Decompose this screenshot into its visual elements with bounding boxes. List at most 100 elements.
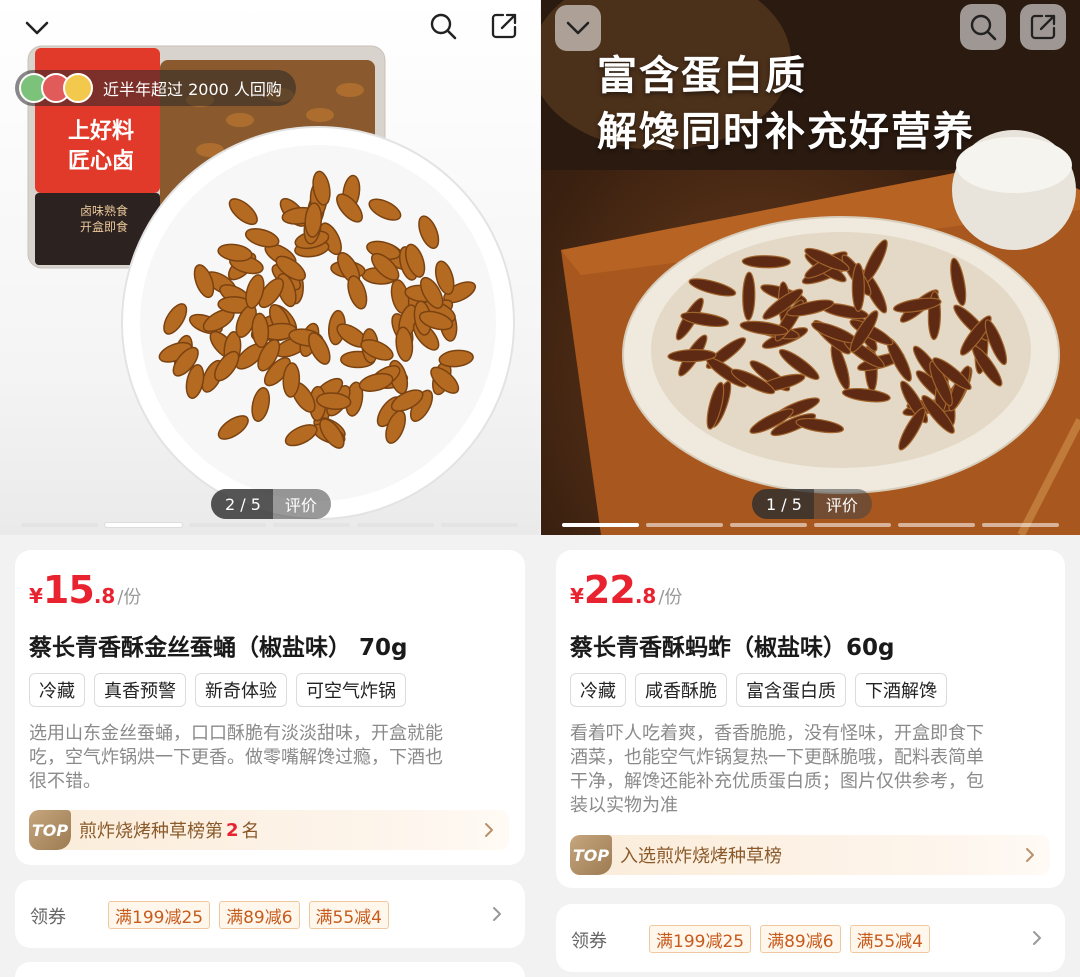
description-line: 看着吓人吃着爽，香香脆脆，没有怪味，开盒即食下 [570,723,984,744]
gallery-progress [21,523,518,527]
grasshopper-shape [851,262,865,312]
gallery-dot [441,523,518,527]
product-tag: 可空气炸锅 [296,673,406,707]
coupon-chip[interactable]: 满89减6 [219,901,300,929]
coupon-chip[interactable]: 满89减6 [760,925,841,953]
gallery-dot [982,523,1059,527]
gallery-dot [105,523,182,527]
price-integer: 15 [42,568,95,612]
product-description: 选用山东金丝蚕蛹，口口酥脆有淡淡甜味，开盒就能 吃，空气炸锅烘一下更香。做零嘴解… [29,722,507,794]
product-tags: 冷藏 咸香酥脆 富含蛋白质 下酒解馋 [570,673,947,707]
gallery-dot [273,523,350,527]
price-unit: /份 [117,587,142,608]
gallery-dot [562,523,639,527]
image-counter[interactable]: 2 / 5 评价 [211,489,331,519]
package-label-line1: 上好料 [68,118,135,144]
description-line: 选用山东金丝蚕蛹，口口酥脆有淡淡甜味，开盒就能 [29,723,443,744]
review-link[interactable]: 评价 [273,492,331,516]
share-button[interactable] [481,3,527,49]
price-unit: /份 [658,587,683,608]
price-integer: 22 [583,568,636,612]
package-label-line2: 匠心卤 [68,148,135,174]
description-line: 酒菜，也能空气炸锅复热一下更酥脆哦，配料表简单 [570,747,984,768]
ranking-text: 入选煎炸烧烤种草榜 [620,846,782,867]
search-icon [430,13,457,40]
gallery-progress [562,523,1059,527]
chevron-right-icon [1026,848,1034,862]
coupon-chip[interactable]: 满199减25 [649,925,752,953]
coupon-card[interactable]: 领券 满199减25 满89减6 满55减4 [556,904,1065,972]
product-tag: 真香预警 [94,673,186,707]
gallery-dot [730,523,807,527]
gallery-dot [898,523,975,527]
gallery-dot [814,523,891,527]
search-button[interactable] [960,4,1006,50]
chevron-right-icon [493,907,501,921]
share-button[interactable] [1020,4,1066,50]
image-index: 1 / 5 [752,489,814,519]
gallery-dot [189,523,266,527]
top-badge: TOP [570,835,612,875]
coupon-list: 满199减25 满89减6 满55减4 [649,925,930,953]
product-image-gallery[interactable]: 富含蛋白质 解馋同时补充好营养 1 / 5 评价 [541,0,1080,535]
collapse-button[interactable] [14,5,60,51]
gallery-dot [357,523,434,527]
chevron-right-icon [1033,931,1041,945]
product-tag: 富含蛋白质 [736,673,846,707]
coupon-chip[interactable]: 满55减4 [308,901,389,929]
coupon-card[interactable]: 领券 满199减25 满89减6 满55减4 [15,880,525,948]
grasshopper-shape [741,255,791,269]
product-title: 蔡长青香酥蚂蚱（椒盐味）60g [570,635,895,661]
search-button[interactable] [420,3,466,49]
review-link[interactable]: 评价 [814,492,872,516]
search-icon [970,14,997,41]
description-line: 干净，解馋还能补充优质蛋白质；图片仅供参考，包 [570,771,984,792]
coupon-label: 领券 [571,931,607,952]
ranking-banner[interactable]: TOP 煎炸烧烤种草榜第 2 名 [29,810,509,850]
gallery-dot [646,523,723,527]
price: ¥ 22 .8 /份 [570,568,682,612]
product-tags: 冷藏 真香预警 新奇体验 可空气炸锅 [29,673,406,707]
price-currency: ¥ [29,584,43,608]
coupon-label: 领券 [30,907,66,928]
product-image-gallery[interactable]: 上好料 匠心卤 卤味熟食 开盒即食 近半年超过 2000 人回购 2 / 5 评… [0,0,540,535]
product-panel-grasshopper: 富含蛋白质 解馋同时补充好营养 1 / 5 评价 ¥ 22 .8 /份 蔡长青香… [541,0,1080,977]
next-card [15,962,525,977]
collapse-button[interactable] [555,5,601,51]
product-tag: 冷藏 [570,673,626,707]
price-decimal: .8 [634,584,657,608]
ranking-banner[interactable]: TOP 入选煎炸烧烤种草榜 [570,835,1050,875]
ranking-prefix: 煎炸烧烤种草榜第 [79,821,223,842]
product-tag: 下酒解馋 [855,673,947,707]
chevron-down-icon [566,21,590,35]
top-badge: TOP [29,810,71,850]
product-panel-silkworm: 上好料 匠心卤 卤味熟食 开盒即食 近半年超过 2000 人回购 2 / 5 评… [0,0,540,977]
repurchase-text: 近半年超过 2000 人回购 [103,80,282,99]
buyer-avatars [19,73,93,103]
share-icon [1030,14,1056,40]
package-sub-line1: 卤味熟食 [80,204,129,218]
product-description: 看着吓人吃着爽，香香脆脆，没有怪味，开盒即食下 酒菜，也能空气炸锅复热一下更酥脆… [570,722,1048,818]
package-sub-line2: 开盒即食 [80,220,129,234]
description-line: 很不错。 [29,771,101,792]
price-currency: ¥ [570,584,584,608]
image-counter[interactable]: 1 / 5 评价 [752,489,872,519]
repurchase-badge: 近半年超过 2000 人回购 [15,70,296,106]
ranking-suffix: 名 [241,821,260,842]
coupon-list: 满199减25 满89减6 满55减4 [108,901,389,929]
price: ¥ 15 .8 /份 [29,568,141,612]
grasshopper-shape [742,271,756,321]
chevron-down-icon [25,21,49,35]
product-title: 蔡长青香酥金丝蚕蛹（椒盐味） 70g [29,635,408,661]
coupon-chip[interactable]: 满55减4 [849,925,930,953]
avatar [63,73,93,103]
coupon-chip[interactable]: 满199减25 [108,901,211,929]
product-tag: 冷藏 [29,673,85,707]
product-tag: 咸香酥脆 [635,673,727,707]
headline-line2: 解馋同时补充好营养 [597,108,975,155]
product-info-card: ¥ 22 .8 /份 蔡长青香酥蚂蚱（椒盐味）60g 冷藏 咸香酥脆 富含蛋白质… [556,550,1065,888]
image-index: 2 / 5 [211,489,273,519]
ranking-number: 2 [226,819,239,841]
description-line: 吃，空气炸锅烘一下更香。做零嘴解馋过瘾，下酒也 [29,747,443,768]
share-icon [491,13,517,39]
